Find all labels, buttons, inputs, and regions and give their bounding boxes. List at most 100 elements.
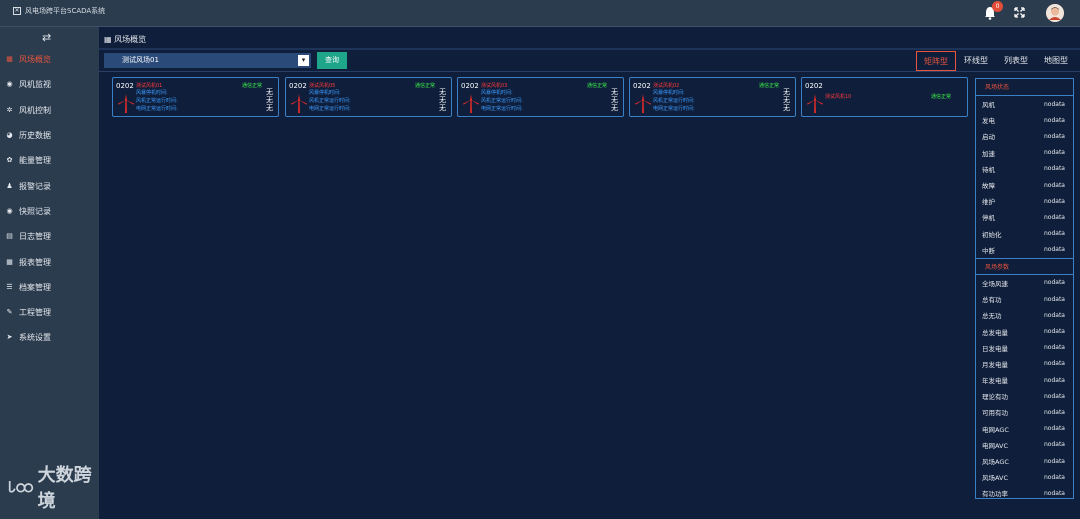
sidebar-item-reports[interactable]: ▦ 报表管理 bbox=[0, 249, 99, 274]
turbine-card[interactable]: 0202 测试风机03 通信正常 风暴停机时间: 无 风机正常运行时间: 无 电… bbox=[457, 77, 624, 117]
row-label: 有功功率 bbox=[982, 490, 1008, 499]
sidebar-item-label: 历史数据 bbox=[19, 131, 51, 141]
grid-uptime-value: 无 bbox=[439, 104, 446, 112]
tab-map[interactable]: 地图型 bbox=[1036, 51, 1076, 71]
table-icon: ▦ bbox=[6, 257, 13, 266]
sidebar: ⇄ ▦ 风场概览 ◉ 风机监视 ✲ 风机控制 ◕ 历史数据 ✿ 能量管理 ♟ 报… bbox=[0, 27, 99, 519]
row-label: 可用有功 bbox=[982, 409, 1008, 418]
turbine-name: 测试风机01 bbox=[136, 83, 163, 89]
row-value: nodata bbox=[1044, 489, 1065, 497]
turbine-uptime-label: 风机正常运行时间: bbox=[136, 98, 178, 104]
row-label: 待机 bbox=[982, 165, 995, 174]
row-value: nodata bbox=[1044, 376, 1065, 384]
sidebar-item-energy[interactable]: ✿ 能量管理 bbox=[0, 148, 99, 173]
row-label: 停机 bbox=[982, 214, 995, 223]
row-value: nodata bbox=[1044, 165, 1065, 173]
sidebar-item-alarms[interactable]: ♟ 报警记录 bbox=[0, 173, 99, 198]
row-value: nodata bbox=[1044, 279, 1065, 287]
row-label: 日发电量 bbox=[982, 344, 1008, 353]
sidebar-item-label: 快照记录 bbox=[19, 206, 51, 216]
row-label: 加速 bbox=[982, 149, 995, 158]
farm-status-row: 启动 nodata bbox=[976, 128, 1073, 144]
sidebar-item-snapshots[interactable]: ◉ 快照记录 bbox=[0, 199, 99, 224]
app-title: ✕ 风电场跨平台SCADA系统 bbox=[13, 6, 105, 16]
turbine-uptime-label: 风机正常运行时间: bbox=[481, 98, 523, 104]
row-label: 电网AGC bbox=[982, 425, 1009, 434]
turbine-card[interactable]: 0202 测试风机02 通信正常 风暴停机时间: 无 风机正常运行时间: 无 电… bbox=[629, 77, 796, 117]
grid-icon: ▦ bbox=[6, 55, 13, 64]
row-label: 初始化 bbox=[982, 230, 1002, 239]
farm-status-row: 风机 nodata bbox=[976, 96, 1073, 112]
turbine-card[interactable]: 0202 测试风机10 通信正常 bbox=[801, 77, 968, 117]
row-value: nodata bbox=[1044, 230, 1065, 238]
grid-uptime-label: 电网正常运行时间: bbox=[136, 106, 178, 112]
farm-param-row: 风场AVC nodata bbox=[976, 469, 1073, 485]
wind-turbine-icon bbox=[635, 94, 651, 113]
farm-status-row: 停机 nodata bbox=[976, 209, 1073, 225]
turbine-card[interactable]: 0202 测试风机01 通信正常 风暴停机时间: 无 风机正常运行时间: 无 电… bbox=[112, 77, 279, 117]
sidebar-item-control[interactable]: ✲ 风机控制 bbox=[0, 98, 99, 123]
row-value: nodata bbox=[1044, 311, 1065, 319]
row-label: 总有功 bbox=[982, 296, 1002, 305]
farm-param-row: 电网AVC nodata bbox=[976, 437, 1073, 453]
tabs-divider bbox=[99, 71, 1080, 72]
main-content: ▦ 风场概览 测试风场01 ▾ 查询 矩阵型 环线型 列表型 地图型 0202 … bbox=[99, 27, 1080, 519]
farm-status-row: 维护 nodata bbox=[976, 193, 1073, 209]
farm-param-row: 总有功 nodata bbox=[976, 291, 1073, 307]
gear-icon: ✲ bbox=[6, 105, 13, 114]
watermark-logo-icon bbox=[8, 481, 34, 493]
farm-param-row: 可用有功 nodata bbox=[976, 404, 1073, 420]
farm-status-row: 中断 nodata bbox=[976, 242, 1073, 258]
turbine-code: 0202 bbox=[289, 82, 307, 90]
storm-stop-label: 风暴停机时间: bbox=[481, 90, 513, 96]
row-value: nodata bbox=[1044, 100, 1065, 108]
sidebar-item-overview[interactable]: ▦ 风场概览 bbox=[0, 47, 99, 72]
sidebar-item-label: 报警记录 bbox=[19, 181, 51, 191]
watermark: 大数跨境 bbox=[8, 461, 99, 513]
comm-status: 通信正常 bbox=[241, 83, 262, 89]
pie-chart-icon: ◕ bbox=[6, 131, 13, 140]
row-value: nodata bbox=[1044, 441, 1065, 449]
tab-matrix[interactable]: 矩阵型 bbox=[916, 51, 956, 71]
farm-param-row: 风场AGC nodata bbox=[976, 453, 1073, 469]
grid-uptime-label: 电网正常运行时间: bbox=[481, 106, 523, 112]
turbine-name: 测试风机03 bbox=[481, 83, 508, 89]
farm-param-row: 年发电量 nodata bbox=[976, 372, 1073, 388]
row-value: nodata bbox=[1044, 181, 1065, 189]
sidebar-item-engineering[interactable]: ✎ 工程管理 bbox=[0, 300, 99, 325]
turbine-uptime-label: 风机正常运行时间: bbox=[309, 98, 351, 104]
sidebar-item-logs[interactable]: ▤ 日志管理 bbox=[0, 224, 99, 249]
farm-select[interactable]: 测试风场01 ▾ bbox=[104, 53, 311, 68]
farm-param-row: 日发电量 nodata bbox=[976, 340, 1073, 356]
sidebar-item-history[interactable]: ◕ 历史数据 bbox=[0, 123, 99, 148]
sidebar-item-label: 日志管理 bbox=[19, 232, 51, 242]
app-logo-icon: ✕ bbox=[13, 7, 21, 15]
tab-list[interactable]: 列表型 bbox=[996, 51, 1036, 71]
turbine-name: 测试风机05 bbox=[309, 83, 336, 89]
turbine-name: 测试风机02 bbox=[653, 83, 680, 89]
fullscreen-icon[interactable] bbox=[1014, 7, 1025, 18]
turbine-card[interactable]: 0202 测试风机05 通信正常 风暴停机时间: 无 风机正常运行时间: 无 电… bbox=[285, 77, 452, 117]
row-value: nodata bbox=[1044, 197, 1065, 205]
sidebar-toggle-icon[interactable]: ⇄ bbox=[42, 31, 51, 44]
wind-turbine-icon bbox=[118, 94, 134, 113]
chevron-down-icon[interactable]: ▾ bbox=[298, 55, 309, 66]
row-value: nodata bbox=[1044, 328, 1065, 336]
farm-status-row: 待机 nodata bbox=[976, 161, 1073, 177]
farm-param-row: 全场风速 nodata bbox=[976, 275, 1073, 291]
wind-turbine-icon bbox=[291, 94, 307, 113]
comm-status: 通信正常 bbox=[586, 83, 607, 89]
sidebar-item-archives[interactable]: ☰ 档案管理 bbox=[0, 275, 99, 300]
tab-ring[interactable]: 环线型 bbox=[956, 51, 996, 71]
turbine-uptime-label: 风机正常运行时间: bbox=[653, 98, 695, 104]
sidebar-item-monitor[interactable]: ◉ 风机监视 bbox=[0, 72, 99, 97]
query-button[interactable]: 查询 bbox=[317, 52, 347, 69]
sidebar-item-settings[interactable]: ➤ 系统设置 bbox=[0, 325, 99, 350]
comm-status: 通信正常 bbox=[414, 83, 435, 89]
row-label: 风场AVC bbox=[982, 474, 1009, 483]
user-avatar[interactable] bbox=[1046, 4, 1064, 22]
breadcrumb: ▦ 风场概览 bbox=[104, 34, 146, 45]
turbine-code: 0202 bbox=[805, 82, 823, 90]
grid-uptime-value: 无 bbox=[611, 104, 618, 112]
comm-status: 通信正常 bbox=[930, 94, 951, 100]
